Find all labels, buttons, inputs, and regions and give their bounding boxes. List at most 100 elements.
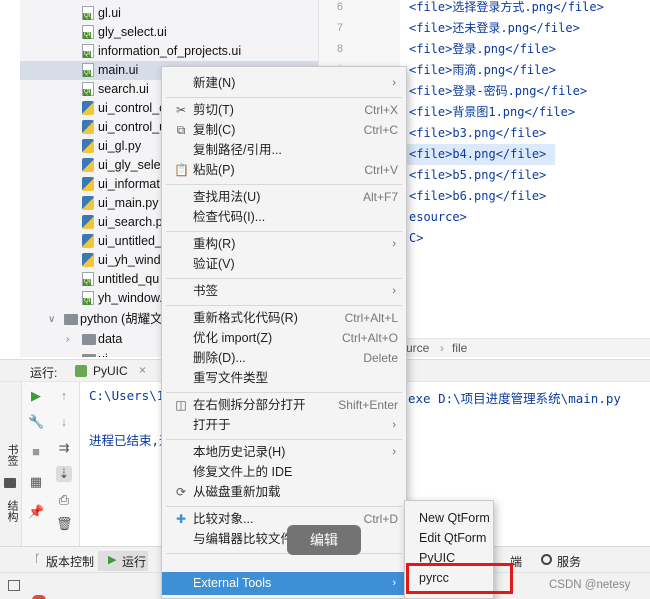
menu-item-item-20[interactable]: ◫ 在右侧拆分部分打开 Shift+Enter (162, 396, 406, 415)
chevron-right-icon[interactable]: › (66, 330, 69, 349)
pin-icon[interactable]: 📌 (28, 504, 44, 520)
tree-item-label: gly_select.ui (98, 25, 167, 39)
close-icon[interactable]: × (139, 363, 146, 377)
menu-separator (166, 305, 402, 306)
menu-item-shortcut: Ctrl+D (363, 512, 398, 526)
submenu-item-edit-qtform[interactable]: Edit QtForm (405, 528, 493, 548)
tree-item-label: ui_control_u (98, 120, 167, 134)
layout-icon[interactable]: ▦ (28, 474, 44, 490)
menu-item-shortcut: Ctrl+C (363, 123, 398, 137)
tree-item-label: ui (98, 350, 108, 357)
menu-item-item-25[interactable]: ⟳ 从磁盘重新加载 (162, 483, 406, 502)
menu-item-m[interactable]: 与编辑器比较文件(M) (162, 530, 406, 549)
version-control-tab[interactable]: 版本控制 (46, 553, 94, 570)
menu-item-ide[interactable]: 修复文件上的 IDE (162, 463, 406, 482)
menu-item-external-tools[interactable]: External Tools › (162, 572, 406, 595)
menu-separator (166, 231, 402, 232)
menu-item-r[interactable]: 重新格式化代码(R) Ctrl+Alt+L (162, 309, 406, 328)
tooltip: 编辑 (287, 525, 361, 555)
tree-item-information-of-projects-ui[interactable]: information_of_projects.ui (20, 42, 318, 61)
menu-item-item-13[interactable]: 书签 › (162, 282, 406, 301)
bookmarks-tab[interactable]: 书签 (4, 444, 20, 466)
menu-item-t[interactable]: ✂ 剪切(T) Ctrl+X (162, 101, 406, 120)
menu-item-v[interactable]: 验证(V) (162, 255, 406, 274)
tree-item-gl-ui[interactable]: gl.ui (20, 4, 318, 23)
menu-item-label: 打开于 (193, 418, 231, 432)
breadcrumb-separator: › (440, 341, 444, 355)
menu-item-item-4[interactable]: 复制路径/引用... (162, 141, 406, 160)
code-line: <file>b3.png</file> (409, 126, 547, 140)
trash-icon[interactable]: 🗑 (56, 516, 73, 532)
menu-item-item-18[interactable]: 重写文件类型 (162, 369, 406, 388)
panel-toggle-icon[interactable] (8, 580, 20, 591)
run-label: 运行: (30, 366, 58, 380)
menu-separator (166, 439, 402, 440)
arrow-down-icon[interactable]: ↓ (56, 414, 72, 430)
chevron-down-icon[interactable]: ∨ (48, 310, 55, 329)
code-line: <file>b5.png</file> (409, 168, 547, 182)
folder-icon (82, 354, 96, 357)
menu-item-p[interactable]: 📋 粘贴(P) Ctrl+V (162, 161, 406, 180)
tree-item-label: gl.ui (98, 6, 121, 20)
menu-item-u[interactable]: 查找用法(U) Alt+F7 (162, 188, 406, 207)
compare-icon: ✚ (175, 512, 187, 526)
menu-item-label: 重构(R) (193, 237, 236, 251)
menu-item-r[interactable]: 重构(R) › (162, 235, 406, 254)
submenu-item-new-qtform[interactable]: New QtForm (405, 508, 493, 528)
qt-ui-file-icon (82, 63, 94, 77)
services-tab[interactable]: 服务 (557, 553, 581, 570)
menu-item-label: 优化 import(Z) (193, 331, 273, 345)
menu-item-d[interactable]: 删除(D)... Delete (162, 349, 406, 368)
menu-item-item-21[interactable]: 打开于 › (162, 416, 406, 435)
chevron-right-icon: › (392, 77, 396, 89)
stop-icon[interactable]: ■ (28, 444, 44, 460)
tree-item-label: data (98, 332, 123, 346)
menu-item-n[interactable]: 新建(N) › (162, 74, 406, 93)
menu-item-shortcut: Shift+Enter (338, 398, 398, 412)
menu-item-c[interactable]: ⧉ 复制(C) Ctrl+C (162, 121, 406, 140)
menu-item-h[interactable]: 本地历史记录(H) › (162, 443, 406, 462)
structure-tab[interactable]: 结构 (4, 500, 20, 522)
code-editor[interactable]: <file>选择登录方式.png</file> <file>还未登录.png</f… (400, 0, 650, 338)
menu-separator (166, 553, 402, 554)
tree-item-gly-select-ui[interactable]: gly_select.ui (20, 23, 318, 42)
python-file-icon (82, 177, 94, 191)
line-number: 8 (336, 43, 343, 55)
qt-ui-file-icon (82, 6, 94, 20)
qt-ui-file-icon (82, 25, 94, 39)
run-tab-pyuic[interactable]: PyUIC (93, 364, 128, 378)
run-toolbar: ▶ 🔧 ■ ▦ 📌 ↑ ↓ ⇉ ⇣ ⎙ 🗑 (22, 382, 80, 546)
rerun-icon[interactable]: ▶ (28, 388, 44, 404)
menu-item-item-27[interactable]: ✚ 比较对象... Ctrl+D (162, 510, 406, 529)
tree-item-label: information_of_projects.ui (98, 44, 242, 58)
menu-item-import-z[interactable]: 优化 import(Z) Ctrl+Alt+O (162, 329, 406, 348)
menu-item-label: 删除(D)... (193, 351, 246, 365)
menu-item-label: 重新格式化代码(R) (193, 311, 298, 325)
menu-separator (166, 392, 402, 393)
tree-item-label: ui_control_c (98, 101, 166, 115)
chevron-right-icon[interactable]: › (66, 350, 69, 357)
arrow-up-icon[interactable]: ↑ (56, 388, 72, 404)
watermark: CSDN @netesy (549, 579, 631, 591)
print-icon[interactable]: ⎙ (56, 492, 72, 508)
console-line: exe D:\项目进度管理系统\main.py (408, 391, 621, 406)
line-number: 6 (336, 1, 343, 13)
structure-icon[interactable] (4, 478, 16, 488)
python-file-icon (82, 234, 94, 248)
menu-item-i[interactable]: 检查代码(I)... (162, 208, 406, 227)
tree-item-label: ui_yh_windo (98, 253, 168, 267)
breadcrumb-item[interactable]: urce (406, 339, 429, 357)
soft-wrap-icon[interactable]: ⇉ (56, 440, 72, 456)
reload-icon: ⟳ (175, 485, 187, 499)
qt-ui-file-icon (82, 291, 94, 305)
breadcrumb-item[interactable]: file (452, 339, 467, 357)
wrench-icon[interactable]: 🔧 (28, 414, 44, 430)
console-line: 进程已结束,退 (89, 433, 172, 448)
context-menu: 新建(N) › ✂ 剪切(T) Ctrl+X ⧉ 复制(C) Ctrl+C 复制路径/引用...… (161, 66, 407, 599)
code-line: <file>雨滴.png</file> (409, 63, 556, 77)
scissors-icon: ✂ (175, 103, 187, 117)
folder-icon (82, 334, 96, 345)
run-tab[interactable]: 运行 (122, 553, 146, 570)
scroll-to-end-icon[interactable]: ⇣ (56, 466, 72, 482)
menu-item-label: 本地历史记录(H) (193, 445, 286, 459)
